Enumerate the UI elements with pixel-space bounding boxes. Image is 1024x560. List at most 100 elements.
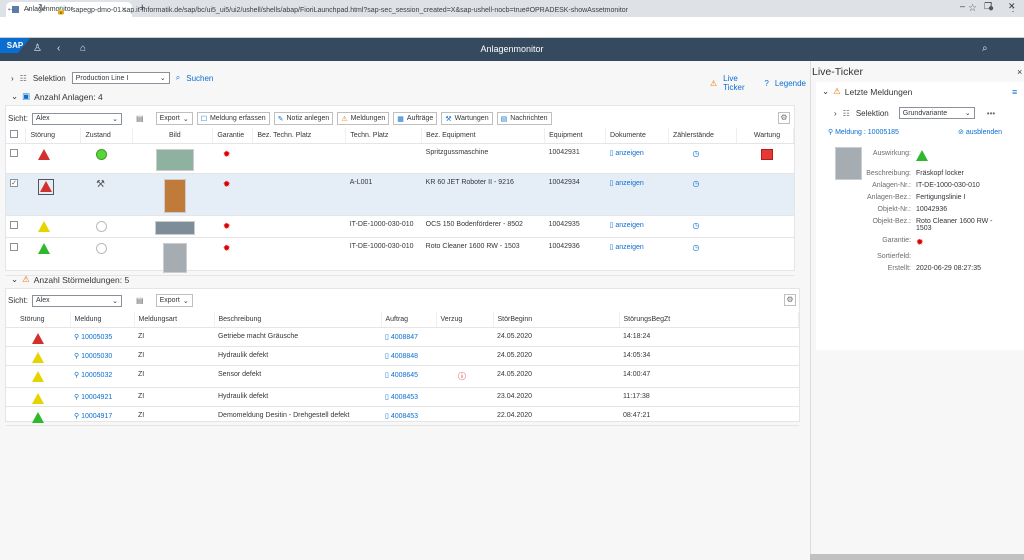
close-ticker-icon[interactable]: × [1017, 67, 1022, 77]
table-row[interactable]: ⚲ 10004917 ZI Demomeldung Desitin - Dreh… [6, 406, 799, 426]
search-link[interactable]: Suchen [186, 74, 213, 83]
row-checkbox[interactable] [10, 148, 18, 157]
col-header[interactable]: Dokumente [605, 128, 670, 144]
collapse-icon[interactable]: ⌄ [11, 274, 18, 285]
auftrag-link[interactable]: 4008453 [391, 413, 418, 420]
col-header[interactable]: StörungsBegZt [619, 312, 799, 328]
table-row[interactable]: ⚲ 10004921 ZI Hydraulik defekt ▯ 4008453… [6, 387, 799, 407]
table-row[interactable]: ✹ IT-DE-1000-030-010 OCS 150 Bodenförder… [6, 215, 794, 238]
table-row[interactable]: ✹ IT-DE-1000-030-010 Roto Cleaner 1600 R… [6, 237, 794, 276]
auftraege-button[interactable]: ▦ Aufträge [393, 112, 438, 125]
col-header[interactable]: Störung [25, 128, 82, 144]
col-header[interactable]: Wartung [736, 128, 795, 144]
menu-dots-icon[interactable]: ⋮ [1008, 3, 1018, 14]
nachrichten-button[interactable]: ▤ Nachrichten [496, 112, 552, 125]
reload-icon[interactable]: ↻ [38, 3, 46, 14]
latest-section-header[interactable]: ⌄ ⚠ Letzte Meldungen [822, 86, 912, 97]
col-header[interactable]: Techn. Platz [345, 128, 423, 144]
ticker-meldung-link[interactable]: Meldung : 10005185 [835, 129, 899, 136]
faults-section-header[interactable]: ⌄ ⚠ Anzahl Störmeldungen: 5 [11, 274, 129, 285]
chevron-down-icon: ⌄ [112, 297, 119, 305]
col-header[interactable]: Garantie [212, 128, 254, 144]
forward-icon[interactable]: → [22, 3, 32, 14]
meldung-link[interactable]: 10005035 [81, 334, 112, 341]
col-header[interactable]: StörBeginn [493, 312, 620, 328]
col-header[interactable]: Bez. Equipment [421, 128, 546, 144]
collapse-icon[interactable]: ⌄ [11, 91, 18, 102]
view-select[interactable]: Alex ⌄ [32, 294, 123, 307]
table-row[interactable]: ⚲ 10005032 ZI Sensor defekt ▯ 4008645 ⓘ … [6, 365, 799, 388]
ticker-variant-select[interactable]: Grundvariante ⌄ [898, 107, 975, 119]
table-row[interactable]: ✹ Spritzgussmaschine 10042931 ▯ anzeigen… [6, 143, 794, 174]
meldung-link[interactable]: 10005030 [81, 353, 112, 360]
settings-gear-icon[interactable]: ⚙ [778, 112, 790, 124]
warranty-icon: ✹ [222, 178, 231, 189]
col-header[interactable]: Meldung [70, 312, 135, 328]
col-header[interactable]: Zählerstände [668, 128, 737, 144]
auftrag-link[interactable]: 4008847 [391, 334, 418, 341]
col-header[interactable]: Verzug [436, 312, 494, 328]
table-row[interactable]: ✓ ⚒ ✹ A-L001 KR 60 JET Roboter II - 9216… [6, 173, 794, 216]
legend-link[interactable]: Legende [775, 79, 806, 88]
meldung-link[interactable]: 10004921 [81, 394, 112, 401]
table-settings-icon[interactable]: ▤ [136, 114, 144, 123]
select-all-checkbox[interactable] [10, 130, 18, 139]
meldung-link[interactable]: 10005032 [81, 372, 112, 379]
equipment-image[interactable] [154, 220, 195, 235]
view-select[interactable]: Alex ⌄ [32, 112, 123, 125]
equipment-image[interactable] [162, 242, 187, 273]
row-checkbox[interactable] [10, 220, 18, 229]
documents-link[interactable]: anzeigen [615, 222, 643, 229]
export-button[interactable]: Export ⌄ [155, 112, 193, 125]
equipment-image[interactable] [155, 148, 194, 171]
equipment-image[interactable] [163, 178, 186, 213]
table-row[interactable]: ⚲ 10005030 ZI Hydraulik defekt ▯ 4008848… [6, 346, 799, 366]
counter-clock-icon[interactable]: ◷ [693, 179, 700, 188]
documents-link[interactable]: anzeigen [615, 180, 643, 187]
expand-filter-icon[interactable]: › [11, 74, 14, 83]
notiz-anlegen-button[interactable]: ✎ Notiz anlegen [273, 112, 334, 125]
col-header[interactable]: Bild [132, 128, 214, 144]
settings-gear-icon[interactable]: ⚙ [784, 294, 796, 306]
latest-title: Letzte Meldungen [844, 86, 913, 97]
col-header[interactable]: Beschreibung [214, 312, 382, 328]
table-row[interactable]: ⚲ 10005035 ZI Getriebe macht Gräusche ▯ … [6, 327, 799, 347]
meldungen-button[interactable]: ⚠ Meldungen [337, 112, 390, 125]
maintenance-due-icon[interactable] [760, 148, 773, 160]
list-menu-icon[interactable]: ≡ [1012, 87, 1017, 97]
col-header[interactable]: Zustand [80, 128, 134, 144]
table-settings-icon[interactable]: ▤ [136, 296, 144, 305]
live-ticker-link[interactable]: Live Ticker [723, 74, 758, 92]
meldung-erfassen-button[interactable]: ☐ Meldung erfassen [196, 112, 270, 125]
auftrag-link[interactable]: 4008453 [391, 394, 418, 401]
counter-clock-icon[interactable]: ◷ [693, 243, 700, 252]
url-field[interactable]: 🔒 sapegp-dmo-01.sap.it-informatik.de/sap… [56, 3, 966, 18]
meldung-link[interactable]: 10004917 [81, 413, 112, 420]
search-icon[interactable]: ⌕ [982, 43, 988, 54]
col-header[interactable]: Auftrag [381, 312, 437, 328]
col-header[interactable]: Störung [6, 312, 71, 328]
profile-icon[interactable]: ● [988, 3, 994, 14]
back-icon[interactable]: ← [6, 3, 16, 14]
row-checkbox[interactable] [10, 242, 18, 251]
collapse-icon[interactable]: ⌄ [822, 86, 829, 97]
documents-link[interactable]: anzeigen [615, 244, 643, 251]
variant-select[interactable]: Production Line I ⌄ [71, 72, 170, 84]
bookmark-star-icon[interactable]: ☆ [968, 3, 977, 14]
more-icon[interactable]: ••• [987, 109, 995, 118]
auftrag-link[interactable]: 4008848 [391, 353, 418, 360]
counter-clock-icon[interactable]: ◷ [693, 221, 700, 230]
col-header[interactable]: Equipment [544, 128, 607, 144]
horizontal-scrollbar[interactable] [810, 554, 1024, 560]
wartungen-button[interactable]: ⚒ Wartungen [441, 112, 493, 125]
ausblenden-link[interactable]: ausblenden [966, 129, 1002, 136]
row-checkbox[interactable]: ✓ [10, 178, 18, 187]
documents-link[interactable]: anzeigen [615, 150, 643, 157]
assets-section-header[interactable]: ⌄ ▣ Anzahl Anlagen: 4 [11, 91, 103, 102]
col-header[interactable]: Meldungsart [134, 312, 215, 328]
counter-clock-icon[interactable]: ◷ [693, 149, 700, 158]
export-button[interactable]: Export ⌄ [155, 294, 193, 307]
auftrag-link[interactable]: 4008645 [391, 372, 418, 379]
col-header[interactable]: Bez. Techn. Platz [252, 128, 347, 144]
expand-filter-icon[interactable]: › [834, 109, 837, 118]
